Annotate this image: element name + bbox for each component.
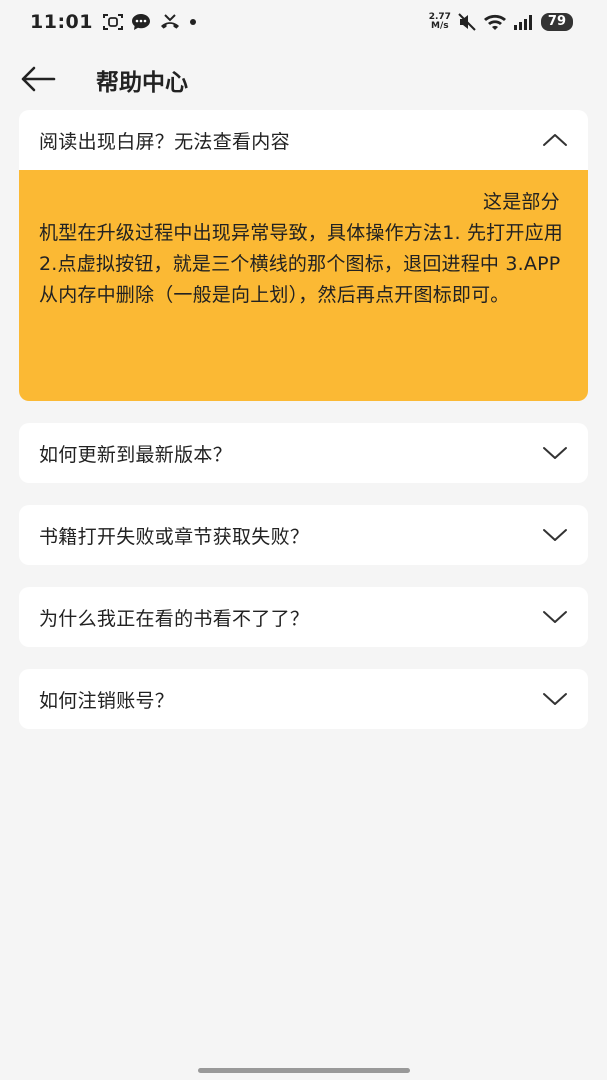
status-left: 11:01: [30, 11, 197, 33]
status-bar: 11:01 2.77 M/s 79: [0, 0, 607, 44]
back-button[interactable]: [18, 62, 58, 96]
page-title: 帮助中心: [96, 70, 188, 96]
faq-answer: 这是部分机型在升级过程中出现异常导致，具体操作方法1. 先打开应用 2.点虚拟按…: [19, 170, 588, 401]
faq-header-book-open-failed[interactable]: 书籍打开失败或章节获取失败？: [19, 505, 588, 565]
chevron-up-icon: [542, 131, 568, 149]
chevron-down-icon: [542, 526, 568, 544]
chevron-down-icon: [542, 608, 568, 626]
faq-header-book-unavailable[interactable]: 为什么我正在看的书看不了了？: [19, 587, 588, 647]
message-icon: [131, 14, 150, 30]
status-right: 2.77 M/s 79: [429, 13, 573, 31]
faq-question: 如何注销账号？: [39, 689, 175, 712]
faq-question: 阅读出现白屏？无法查看内容: [39, 130, 290, 153]
faq-list: 阅读出现白屏？无法查看内容 这是部分机型在升级过程中出现异常导致，具体操作方法1…: [19, 110, 588, 751]
mute-icon: [458, 13, 476, 31]
faq-item-book-open-failed: 书籍打开失败或章节获取失败？: [19, 505, 588, 565]
faq-item-delete-account: 如何注销账号？: [19, 669, 588, 729]
arrow-left-icon: [21, 66, 56, 92]
network-speed: 2.77 M/s: [429, 13, 451, 31]
faq-question: 书籍打开失败或章节获取失败？: [39, 525, 310, 548]
signal-icon: [513, 15, 532, 30]
status-time: 11:01: [30, 11, 93, 33]
chevron-down-icon: [542, 444, 568, 462]
faq-item-white-screen: 阅读出现白屏？无法查看内容 这是部分机型在升级过程中出现异常导致，具体操作方法1…: [19, 110, 588, 401]
faq-question: 为什么我正在看的书看不了了？: [39, 607, 310, 630]
notification-dot-icon: [189, 19, 196, 25]
wifi-icon: [483, 14, 506, 30]
faq-header-delete-account[interactable]: 如何注销账号？: [19, 669, 588, 729]
faq-header-update[interactable]: 如何更新到最新版本？: [19, 423, 588, 483]
faq-item-update: 如何更新到最新版本？: [19, 423, 588, 483]
header: 帮助中心: [0, 52, 607, 106]
missed-call-icon: [160, 14, 179, 29]
faq-header-white-screen[interactable]: 阅读出现白屏？无法查看内容: [19, 110, 588, 170]
chevron-down-icon: [542, 690, 568, 708]
network-speed-unit: M/s: [430, 21, 449, 31]
home-indicator[interactable]: [198, 1068, 410, 1073]
faq-item-book-unavailable: 为什么我正在看的书看不了了？: [19, 587, 588, 647]
faq-question: 如何更新到最新版本？: [39, 443, 233, 466]
status-notification-icons: [102, 13, 197, 31]
battery-indicator: 79: [540, 13, 573, 31]
scan-icon: [102, 14, 123, 30]
